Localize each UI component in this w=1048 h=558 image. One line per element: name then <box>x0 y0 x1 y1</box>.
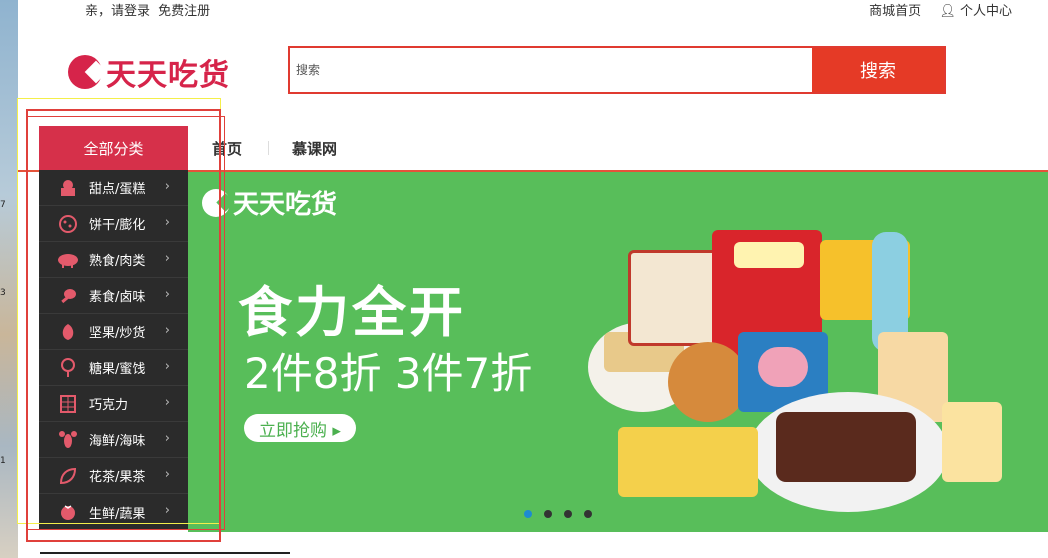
pastry-box <box>942 402 1002 482</box>
logo-text: 天天吃货 <box>106 58 230 93</box>
chevron-right-icon: › <box>164 287 170 302</box>
bottom-divider <box>40 552 290 554</box>
main-nav: 全部分类 首页 慕课网 <box>0 126 1048 172</box>
chevron-right-icon: › <box>164 431 170 446</box>
chevron-right-icon: › <box>164 179 170 194</box>
lobster-icon <box>57 429 79 451</box>
register-link[interactable]: 免费注册 <box>158 4 210 19</box>
banner-headline: 食力全开 <box>238 281 466 344</box>
category-item-cookie[interactable]: 饼干/膨化 › <box>39 206 188 242</box>
banner-logo-text: 天天吃货 <box>233 190 338 220</box>
search-bar: 搜索 <box>288 46 946 94</box>
category-item-candy[interactable]: 糖果/蜜饯 › <box>39 350 188 386</box>
carousel-dot-4[interactable] <box>584 510 592 518</box>
search-input[interactable] <box>290 48 816 92</box>
tomato-icon <box>57 501 79 523</box>
mall-home-link[interactable]: 商城首页 <box>869 4 921 19</box>
snacks-illustration <box>588 222 1048 512</box>
user-center-link[interactable]: 👤︎ 个人中心 <box>939 4 1012 19</box>
login-area: 亲，请登录 免费注册 <box>85 0 214 19</box>
promo-banner[interactable]: 天天吃货 食力全开 2件8折 3件7折 立即抢购 ▸ <box>188 172 1048 532</box>
category-item-seafood[interactable]: 海鲜/海味 › <box>39 422 188 458</box>
carousel-dot-2[interactable] <box>544 510 552 518</box>
logo-mark-icon <box>68 55 102 89</box>
category-label: 甜点/蛋糕 <box>89 182 146 197</box>
chocolate-icon <box>57 393 79 415</box>
chevron-right-icon: › <box>164 467 170 482</box>
cookie-icon <box>57 213 79 235</box>
sausage-pack <box>628 250 724 346</box>
site-logo[interactable]: 天天吃货 <box>68 52 230 93</box>
milk-label <box>734 242 804 268</box>
banner-subline: 2件8折 3件7折 <box>244 349 533 398</box>
pig-icon <box>57 249 79 271</box>
login-link[interactable]: 亲，请登录 <box>85 4 150 19</box>
category-item-chocolate[interactable]: 巧克力 › <box>39 386 188 422</box>
category-item-vegetarian[interactable]: 素食/卤味 › <box>39 278 188 314</box>
banner-logo-mark-icon <box>202 188 230 217</box>
search-button[interactable]: 搜索 <box>812 48 944 92</box>
nav-imooc-link[interactable]: 慕课网 <box>292 138 337 159</box>
chevron-right-icon: › <box>164 323 170 338</box>
top-bar: 亲，请登录 免费注册 商城首页 👤︎ 个人中心 <box>0 0 1048 20</box>
pig-face <box>758 347 808 387</box>
user-icon: 👤︎ <box>939 4 956 19</box>
banner-logo: 天天吃货 <box>202 184 337 221</box>
carousel-dots <box>524 510 592 518</box>
nav-home-link[interactable]: 首页 <box>212 138 242 159</box>
drumstick-icon <box>57 285 79 307</box>
chevron-right-icon: › <box>164 215 170 230</box>
category-label: 熟食/肉类 <box>89 254 146 269</box>
desktop-background-strip: 731 <box>0 0 18 558</box>
carousel-dot-1[interactable] <box>524 510 532 518</box>
category-label: 素食/卤味 <box>89 290 146 305</box>
top-links: 商城首页 👤︎ 个人中心 <box>855 0 1012 19</box>
jerky-pieces <box>776 412 916 482</box>
category-label: 生鲜/蔬果 <box>89 506 146 522</box>
category-item-meat[interactable]: 熟食/肉类 › <box>39 242 188 278</box>
category-label: 花茶/果茶 <box>89 470 146 485</box>
category-label: 海鲜/海味 <box>89 434 146 449</box>
buy-now-button[interactable]: 立即抢购 ▸ <box>244 414 356 442</box>
category-label: 巧克力 <box>89 398 129 413</box>
cake-icon <box>57 177 79 199</box>
candy-pile <box>618 427 758 497</box>
category-item-tea[interactable]: 花茶/果茶 › <box>39 458 188 494</box>
user-center-label: 个人中心 <box>959 4 1012 19</box>
chevron-right-icon: › <box>164 503 170 518</box>
chevron-right-icon: › <box>164 251 170 266</box>
category-label: 坚果/炒货 <box>89 326 146 341</box>
category-item-fresh[interactable]: 生鲜/蔬果 › <box>39 494 188 530</box>
category-label: 饼干/膨化 <box>89 218 146 233</box>
category-label: 糖果/蜜饯 <box>89 362 146 377</box>
chevron-right-icon: › <box>164 359 170 374</box>
all-categories-tab[interactable]: 全部分类 <box>39 126 188 170</box>
bread-roll <box>668 342 748 422</box>
leaf-icon <box>57 465 79 487</box>
carousel-dot-3[interactable] <box>564 510 572 518</box>
category-item-cake[interactable]: 甜点/蛋糕 › <box>39 170 188 206</box>
chevron-right-icon: › <box>164 395 170 410</box>
nav-separator <box>268 141 269 155</box>
category-menu: 甜点/蛋糕 › 饼干/膨化 › 熟食/肉类 › 素食/卤味 › 坚果/炒货 › … <box>39 170 188 530</box>
nut-icon <box>57 321 79 343</box>
category-item-nuts[interactable]: 坚果/炒货 › <box>39 314 188 350</box>
lollipop-icon <box>57 357 79 379</box>
